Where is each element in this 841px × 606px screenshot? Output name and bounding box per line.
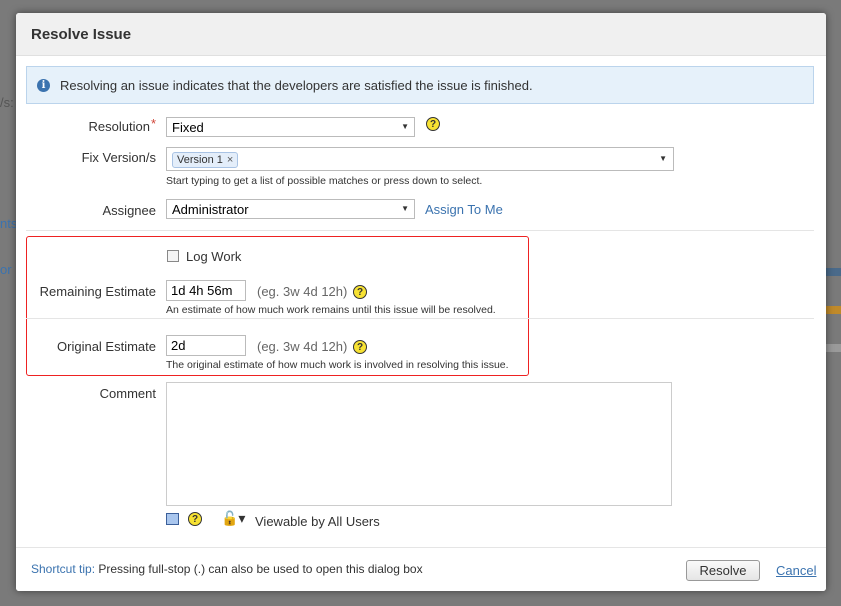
comment-help-icon[interactable]: ?	[188, 512, 202, 526]
fix-versions-picker[interactable]: Version 1 × ▼	[166, 147, 674, 171]
info-message: i Resolving an issue indicates that the …	[26, 66, 814, 104]
comment-label: Comment	[99, 386, 156, 401]
chevron-down-icon[interactable]: ▼	[659, 154, 667, 163]
resolve-button[interactable]: Resolve	[686, 560, 760, 581]
dialog-header: Resolve Issue	[16, 13, 826, 56]
original-estimate-description: The original estimate of how much work i…	[166, 359, 509, 371]
assign-to-me-link[interactable]: Assign To Me	[425, 202, 503, 217]
comment-visibility[interactable]: Viewable by All Users	[255, 514, 380, 529]
original-estimate-label: Original Estimate	[57, 339, 156, 354]
shortcut-tip-label: Shortcut tip:	[31, 562, 96, 576]
remove-icon[interactable]: ×	[227, 154, 233, 166]
background-bar	[826, 344, 841, 352]
resolution-select[interactable]: Fixed ▼	[166, 117, 415, 137]
remaining-estimate-label: Remaining Estimate	[39, 284, 156, 299]
dialog-title: Resolve Issue	[31, 25, 132, 43]
background-fragment: nts	[0, 216, 18, 231]
comment-textarea[interactable]	[166, 382, 672, 506]
cancel-link[interactable]: Cancel	[776, 563, 816, 578]
chevron-down-icon: ▼	[401, 122, 409, 131]
remaining-estimate-hint: (eg. 3w 4d 12h)	[257, 284, 348, 299]
fix-versions-label: Fix Version/s	[81, 150, 156, 165]
background-bar	[826, 306, 841, 314]
resolution-help-icon[interactable]: ?	[426, 117, 440, 131]
required-marker: *	[150, 116, 156, 131]
remaining-estimate-description: An estimate of how much work remains unt…	[166, 304, 496, 316]
assignee-label: Assignee	[102, 203, 156, 218]
version-lozenge: Version 1 ×	[172, 152, 239, 168]
background-bar	[826, 268, 841, 276]
background-fragment: or	[0, 262, 12, 277]
divider	[26, 230, 814, 231]
remaining-estimate-input[interactable]: 1d 4h 56m	[166, 280, 246, 301]
shortcut-tip-text: Pressing full-stop (.) can also be used …	[98, 562, 423, 576]
log-work-label: Log Work	[186, 249, 242, 264]
lock-icon[interactable]: 🔓▾	[221, 510, 245, 527]
wiki-preview-icon[interactable]	[166, 513, 179, 525]
original-estimate-help-icon[interactable]: ?	[353, 340, 367, 354]
log-work-checkbox[interactable]	[167, 250, 179, 262]
divider	[26, 318, 814, 319]
dialog-footer: Shortcut tip: Pressing full-stop (.) can…	[16, 547, 826, 591]
assignee-select[interactable]: Administrator ▼	[166, 199, 415, 219]
shortcut-tip: Shortcut tip: Pressing full-stop (.) can…	[31, 562, 423, 576]
fix-versions-description: Start typing to get a list of possible m…	[166, 175, 483, 187]
background-fragment: /s:	[0, 95, 14, 110]
resolution-label: Resolution*	[88, 116, 157, 134]
info-icon: i	[37, 78, 50, 92]
original-estimate-hint: (eg. 3w 4d 12h)	[257, 339, 348, 354]
info-message-text: Resolving an issue indicates that the de…	[60, 77, 533, 93]
remaining-estimate-help-icon[interactable]: ?	[353, 285, 367, 299]
chevron-down-icon: ▼	[401, 204, 409, 213]
resolve-issue-dialog: Resolve Issue i Resolving an issue indic…	[16, 13, 826, 591]
original-estimate-input[interactable]: 2d	[166, 335, 246, 356]
